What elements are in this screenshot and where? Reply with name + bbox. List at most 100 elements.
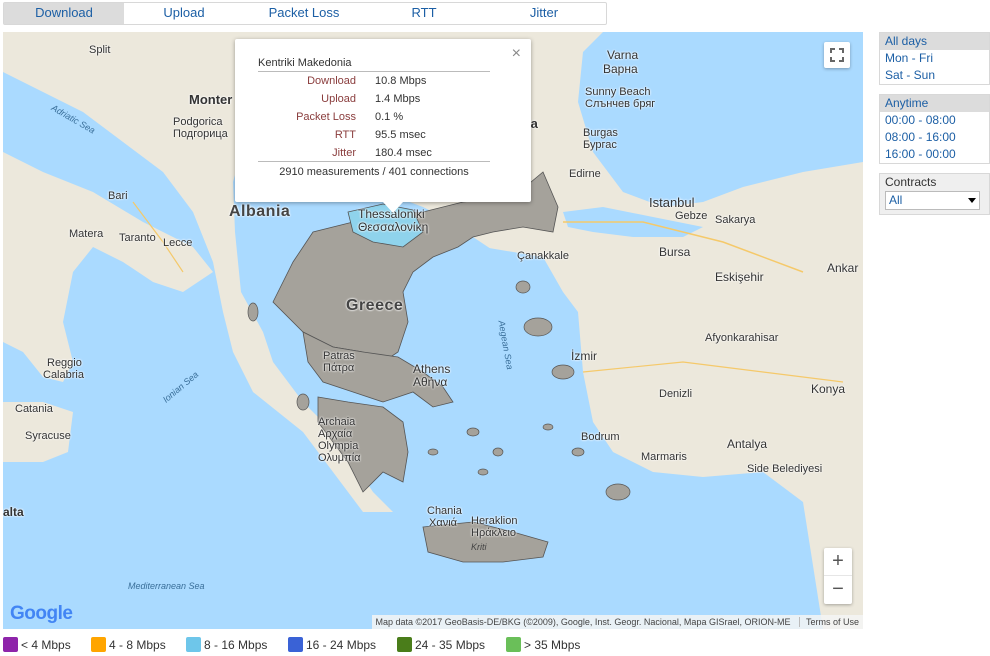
day-option-all[interactable]: All days (880, 33, 989, 50)
city-label-denizli: Denizli (659, 388, 693, 400)
legend-item: 24 - 35 Mbps (397, 637, 485, 653)
day-filter: All days Mon - Fri Sat - Sun (879, 32, 990, 85)
city-label-podgorica: Podgorica (173, 116, 223, 128)
city-label-arhaia-gr: Αρχαία (318, 428, 353, 440)
sea-label-mediterranean: Mediterranean Sea (128, 581, 205, 591)
city-label-olympia-gr: Ολυμπία (318, 452, 361, 464)
city-label-marmaris: Marmaris (641, 451, 687, 463)
popup-value: 1.4 Mbps (375, 93, 421, 105)
city-label-varna: Varna (607, 48, 639, 62)
city-label-konya: Konya (811, 382, 846, 396)
city-label-edirne: Edirne (569, 168, 601, 180)
zoom-out-button[interactable]: − (824, 576, 852, 604)
zoom-control: + − (824, 548, 852, 604)
city-label-chania: Chania (427, 505, 462, 517)
legend-item: < 4 Mbps (3, 637, 71, 653)
legend-item: 4 - 8 Mbps (91, 637, 166, 653)
country-label-greece: Greece (346, 297, 404, 314)
city-label-thessaloniki-gr: Θεσσαλονίκη (358, 220, 429, 234)
close-icon[interactable]: × (512, 45, 521, 63)
day-option-weekend[interactable]: Sat - Sun (880, 67, 989, 84)
legend-label: > 35 Mbps (524, 638, 581, 652)
popup-row-rtt: RTT 95.5 msec (258, 129, 518, 145)
city-label-split: Split (89, 44, 111, 56)
tab-download[interactable]: Download (4, 3, 124, 24)
city-label-podgorica-cyr: Подгорица (173, 128, 228, 140)
popup-value: 10.8 Mbps (375, 75, 427, 87)
tab-upload[interactable]: Upload (124, 3, 244, 24)
popup-label: Download (307, 75, 356, 87)
popup-summary: 2910 measurements / 401 connections (258, 161, 490, 178)
city-label-bursa: Bursa (659, 245, 691, 259)
chevron-down-icon (968, 198, 976, 203)
island-label-kriti: Kriti (471, 542, 487, 552)
city-label-sakarya: Sakarya (715, 214, 756, 226)
popup-value: 0.1 % (375, 111, 404, 123)
legend-swatch (506, 637, 521, 652)
city-label-syracuse: Syracuse (25, 430, 71, 442)
popup-row-packet-loss: Packet Loss 0.1 % (258, 111, 518, 127)
legend-swatch (186, 637, 201, 652)
legend-label: 16 - 24 Mbps (306, 638, 377, 652)
popup-label: Jitter (332, 147, 356, 159)
popup-value: 95.5 msec (375, 129, 426, 141)
legend-swatch (91, 637, 106, 652)
fullscreen-button[interactable] (824, 42, 850, 68)
city-label-bodrum: Bodrum (581, 431, 620, 443)
city-label-bari: Bari (108, 190, 128, 202)
city-label-eskisehir: Eskişehir (715, 270, 764, 284)
city-label-calabria: Calabria (43, 369, 84, 381)
city-label-gebze: Gebze (675, 210, 708, 222)
popup-label: RTT (334, 129, 356, 141)
metric-tabs: Download Upload Packet Loss RTT Jitter (3, 2, 607, 25)
city-label-lecce: Lecce (163, 237, 193, 249)
city-label-patras: Patras (323, 350, 355, 362)
legend-swatch (3, 637, 18, 652)
legend-item: 8 - 16 Mbps (186, 637, 267, 653)
contracts-selected-value: All (889, 193, 903, 207)
city-label-istanbul: Istanbul (649, 195, 695, 210)
city-label-matera: Matera (69, 228, 104, 240)
city-label-varna-cyr: Варна (603, 62, 638, 76)
region-info-popup: × Kentriki Makedonia Download 10.8 Mbps … (235, 39, 531, 213)
city-label-patras-gr: Πάτρα (323, 362, 355, 374)
city-label-izmir: İzmir (571, 349, 597, 363)
google-logo-text: Google (10, 603, 73, 624)
legend-label: 4 - 8 Mbps (109, 638, 166, 652)
city-label-side: Side Belediyesi (747, 463, 823, 475)
legend-label: 8 - 16 Mbps (204, 638, 268, 652)
country-label-albania: Albania (229, 203, 291, 220)
city-label-athens-gr: Αθήνα (413, 375, 448, 389)
city-label-heraklion-gr: Ηράκλειο (471, 527, 517, 539)
city-label-afyon: Afyonkarahisar (705, 332, 779, 344)
tab-rtt[interactable]: RTT (364, 3, 484, 24)
popup-label: Upload (321, 93, 356, 105)
contracts-label: Contracts (885, 175, 937, 189)
time-option-evening[interactable]: 16:00 - 00:00 (880, 146, 989, 163)
terms-of-use-link[interactable]: Terms of Use (798, 617, 859, 627)
city-label-burgas-cyr: Бургас (583, 139, 617, 151)
map-attribution: Map data ©2017 GeoBasis-DE/BKG (©2009), … (371, 615, 863, 629)
popup-row-upload: Upload 1.4 Mbps (258, 93, 518, 109)
popup-label: Packet Loss (296, 111, 356, 123)
time-option-night[interactable]: 00:00 - 08:00 (880, 112, 989, 129)
popup-value: 180.4 msec (375, 147, 432, 159)
legend-item: > 35 Mbps (506, 637, 580, 653)
day-option-weekdays[interactable]: Mon - Fri (880, 50, 989, 67)
tab-jitter[interactable]: Jitter (484, 3, 604, 24)
time-option-anytime[interactable]: Anytime (880, 95, 989, 112)
contracts-select[interactable]: All (885, 191, 980, 210)
time-option-day[interactable]: 08:00 - 16:00 (880, 129, 989, 146)
fullscreen-icon (830, 48, 844, 62)
city-label-arhaia: Archaia (318, 416, 356, 428)
tab-packet-loss[interactable]: Packet Loss (244, 3, 364, 24)
time-filter: Anytime 00:00 - 08:00 08:00 - 16:00 16:0… (879, 94, 990, 164)
country-label-malta: alta (3, 505, 24, 519)
city-label-sunny-beach-cyr: Слънчев бряг (585, 98, 656, 110)
city-label-burgas: Burgas (583, 127, 618, 139)
google-logo[interactable]: Google (10, 603, 73, 625)
popup-region-title: Kentriki Makedonia (258, 57, 490, 72)
city-label-canakkale: Çanakkale (517, 250, 569, 262)
city-label-athens: Athens (413, 362, 451, 376)
zoom-in-button[interactable]: + (824, 548, 852, 576)
